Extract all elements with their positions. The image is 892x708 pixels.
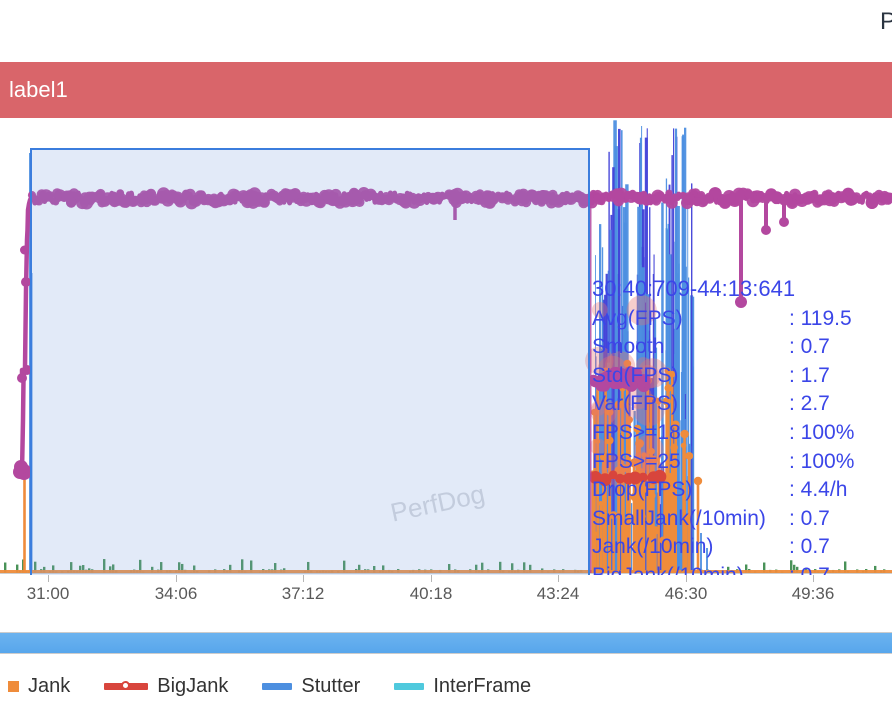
legend-label: InterFrame	[433, 674, 532, 697]
legend-swatch-icon	[104, 679, 149, 693]
x-axis-tick-mark	[558, 575, 559, 582]
x-axis: 31:00 34:06 37:12 40:18 43:24 46:30 49:36	[0, 575, 892, 623]
page-title-partial: P	[880, 8, 892, 35]
x-axis-tick-label: 49:36	[791, 584, 835, 603]
legend-item-interframe[interactable]: InterFrame	[394, 675, 531, 698]
x-axis-tick-label: 40:18	[409, 584, 453, 603]
time-range-selection-box[interactable]	[30, 148, 590, 575]
label-band[interactable]: label1	[0, 62, 892, 118]
legend-item-jank[interactable]: Jank	[8, 675, 70, 698]
fps-chart-plot[interactable]: PerfDog 30:40:709-44:13:641 Avg(FPS): 11…	[0, 120, 892, 575]
x-axis-tick-mark	[48, 575, 49, 582]
chart-legend: Jank BigJank Stutter InterFrame	[0, 664, 892, 708]
legend-swatch-icon	[394, 682, 425, 690]
x-axis-tick-mark	[431, 575, 432, 582]
timeline-range-slider[interactable]	[0, 632, 892, 654]
x-axis-tick-mark	[303, 575, 304, 582]
x-axis-tick-mark	[176, 575, 177, 582]
x-axis-tick-label: 34:06	[154, 584, 198, 603]
legend-label: Stutter	[301, 674, 361, 697]
legend-item-bigjank[interactable]: BigJank	[104, 675, 228, 698]
x-axis-tick-label: 43:24	[536, 584, 580, 603]
legend-item-stutter[interactable]: Stutter	[262, 675, 360, 698]
window-top-strip: P	[0, 0, 892, 62]
x-axis-tick-mark	[813, 575, 814, 582]
legend-label: Jank	[28, 674, 71, 697]
x-axis-tick-mark	[686, 575, 687, 582]
legend-label: BigJank	[157, 674, 229, 697]
x-axis-tick-label: 31:00	[26, 584, 70, 603]
x-axis-tick-label: 46:30	[664, 584, 708, 603]
label-band-text: label1	[9, 77, 68, 102]
x-axis-tick-label: 37:12	[281, 584, 325, 603]
legend-swatch-icon	[8, 680, 19, 692]
legend-swatch-icon	[262, 682, 293, 690]
